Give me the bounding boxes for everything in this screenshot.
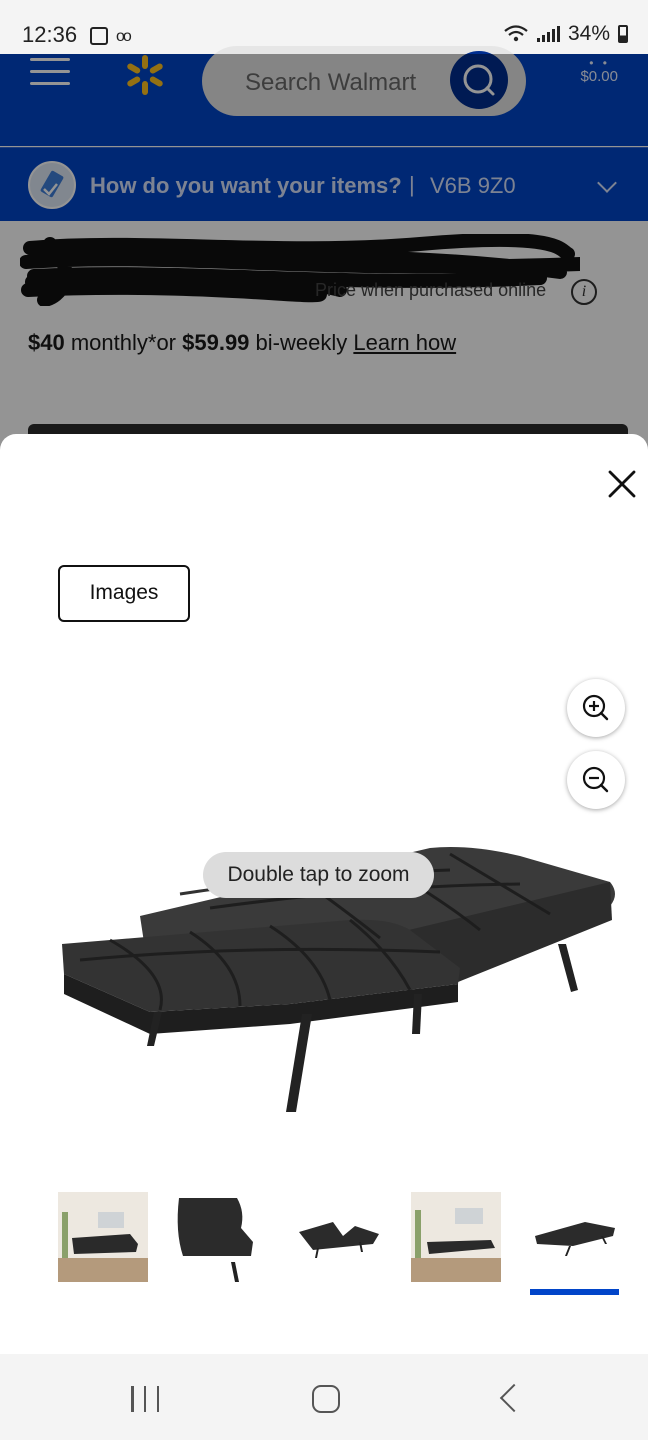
double-tap-hint: Double tap to zoom <box>203 852 434 898</box>
close-icon[interactable] <box>604 466 640 502</box>
image-viewer-sheet: Images Double tap to zoom <box>0 434 648 1354</box>
thumbnail-4[interactable] <box>411 1192 501 1282</box>
home-icon[interactable] <box>312 1385 340 1413</box>
navigation-bar <box>0 1354 648 1440</box>
thumbnail-5[interactable] <box>529 1192 619 1282</box>
battery-percent: 34% <box>567 22 610 45</box>
gallery-icon <box>90 27 108 45</box>
tab-images[interactable]: Images <box>58 565 190 622</box>
thumbnail-3[interactable] <box>293 1192 383 1282</box>
active-thumbnail-indicator <box>530 1289 619 1295</box>
modal-scrim[interactable] <box>0 54 648 454</box>
zoom-in-button[interactable] <box>567 679 625 737</box>
signal-icon <box>536 26 560 42</box>
back-icon[interactable] <box>499 1383 529 1413</box>
zoom-in-icon <box>582 694 609 721</box>
zoom-out-icon <box>582 766 609 793</box>
status-time: 12:36 <box>22 22 78 47</box>
voicemail-icon: oo <box>116 28 132 45</box>
zoom-out-button[interactable] <box>567 751 625 809</box>
recent-apps-icon[interactable] <box>131 1386 159 1412</box>
wifi-icon <box>504 25 528 42</box>
thumbnail-strip <box>58 1192 628 1295</box>
thumbnail-2[interactable] <box>175 1192 265 1282</box>
status-indicators: 34% <box>503 22 628 46</box>
battery-icon <box>618 25 628 43</box>
thumbnail-1[interactable] <box>58 1192 148 1282</box>
